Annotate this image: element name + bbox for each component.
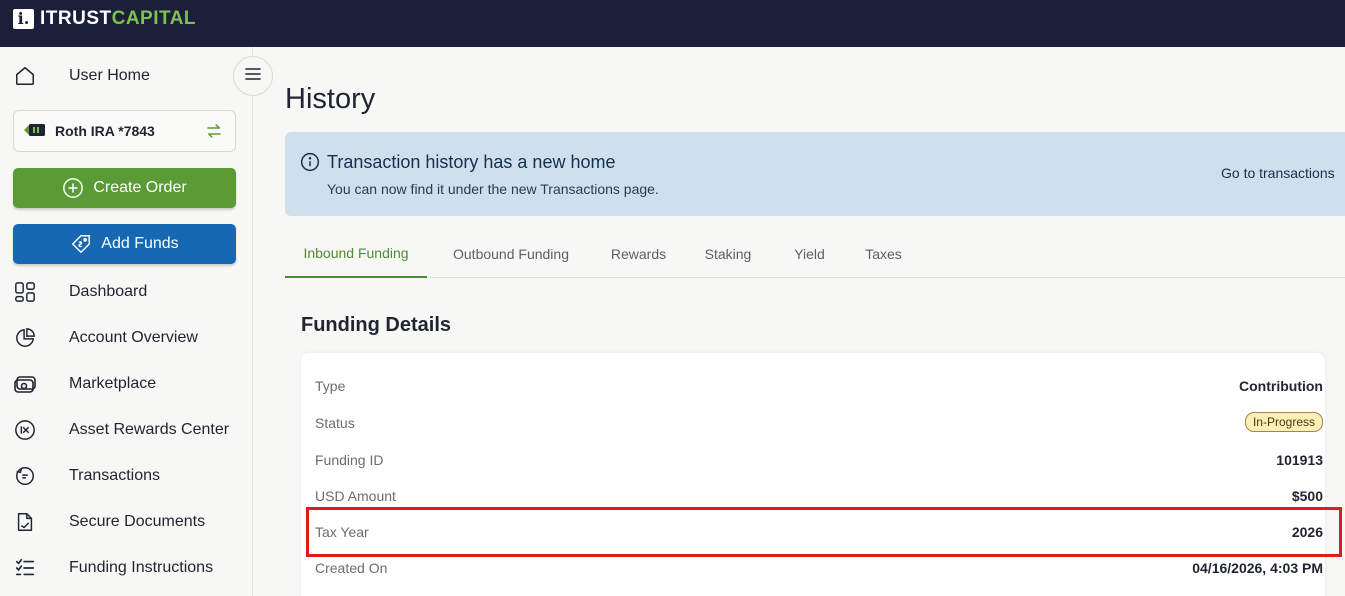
detail-value: $500 (1291, 488, 1323, 504)
pie-chart-icon (13, 326, 37, 350)
main-content: History Transaction history has a new ho… (253, 47, 1345, 596)
detail-value: 04/16/2026, 4:03 PM (1192, 560, 1323, 576)
logo-mark: i. (13, 9, 34, 29)
grid-icon (13, 280, 37, 304)
banner-subtitle: You can now find it under the new Transa… (327, 181, 659, 197)
top-bar: i. ITRUSTCAPITAL (0, 0, 1345, 47)
create-order-label: Create Order (93, 179, 187, 196)
detail-value: 2026 (1291, 524, 1323, 540)
logo-text-part1: ITRUST (40, 8, 112, 29)
funding-details-card: Type Contribution Status In-Progress Fun… (301, 353, 1325, 596)
cash-icon (13, 372, 37, 396)
sidebar-item-label: Asset Rewards Center (69, 421, 230, 438)
sidebar-item-user-home[interactable]: User Home (0, 56, 252, 96)
detail-label: Type (315, 378, 346, 394)
tab-yield[interactable]: Yield (782, 230, 837, 278)
funding-details-heading: Funding Details (301, 314, 451, 336)
plus-circle-icon (62, 177, 84, 199)
detail-label: Status (315, 415, 355, 431)
sidebar-item-dashboard[interactable]: Dashboard (0, 272, 252, 312)
detail-label: Tax Year (315, 524, 369, 540)
tag-dollar-icon (70, 233, 92, 255)
sidebar-item-secure-documents[interactable]: Secure Documents (0, 502, 252, 542)
detail-row-tax-year: Tax Year 2026 (315, 524, 1323, 544)
sidebar-item-label: Marketplace (69, 375, 157, 392)
detail-row-status: Status In-Progress (315, 412, 1323, 435)
go-to-transactions-link[interactable]: Go to transactions (1221, 165, 1335, 181)
banner-title: Transaction history has a new home (327, 152, 616, 172)
account-name: Roth IRA *7843 (55, 123, 155, 139)
sidebar-item-label: Dashboard (69, 283, 148, 300)
sidebar-item-asset-rewards-center[interactable]: Asset Rewards Center (0, 410, 252, 450)
create-order-button[interactable]: Create Order (13, 168, 236, 208)
page-title: History (285, 83, 376, 115)
sidebar-item-funding-instructions[interactable]: Funding Instructions (0, 548, 252, 588)
tab-inbound-funding[interactable]: Inbound Funding (285, 230, 427, 278)
tab-staking[interactable]: Staking (695, 230, 761, 278)
sidebar-item-label: Funding Instructions (69, 559, 214, 576)
tab-rewards[interactable]: Rewards (603, 230, 674, 278)
sidebar-item-marketplace[interactable]: Marketplace (0, 364, 252, 404)
detail-label: Created On (315, 560, 388, 576)
info-icon (300, 152, 320, 177)
detail-row-funding-id: Funding ID 101913 (315, 452, 1323, 472)
detail-label: Funding ID (315, 452, 384, 468)
logo-text-part2: CAPITAL (111, 8, 197, 29)
detail-value: Contribution (1239, 378, 1323, 394)
account-selector[interactable]: Roth IRA *7843 (13, 110, 236, 152)
sidebar-item-label: Transactions (69, 467, 160, 484)
itrust-capital-logo[interactable]: i. ITRUSTCAPITAL (13, 8, 196, 30)
detail-row-created-on: Created On 04/16/2026, 4:03 PM (315, 560, 1323, 580)
status-badge: In-Progress (1244, 412, 1323, 432)
detail-label: USD Amount (315, 488, 396, 504)
detail-value: 101913 (1276, 452, 1323, 468)
home-icon (13, 64, 37, 88)
rewards-icon (13, 418, 37, 442)
add-funds-button[interactable]: Add Funds (13, 224, 236, 264)
detail-row-usd-amount: USD Amount $500 (315, 488, 1323, 508)
sidebar-toggle-button[interactable] (233, 56, 273, 96)
checklist-icon (13, 556, 37, 580)
sidebar-item-account-overview[interactable]: Account Overview (0, 318, 252, 358)
sidebar-item-label: User Home (69, 67, 150, 84)
add-funds-label: Add Funds (101, 235, 179, 252)
swap-arrows-icon[interactable] (205, 122, 223, 145)
sidebar: User Home Roth IRA *7843 Create Order Ad… (0, 47, 253, 596)
sidebar-item-transactions[interactable]: Transactions (0, 456, 252, 496)
sidebar-item-label: Account Overview (69, 329, 198, 346)
wallet-icon (24, 123, 46, 142)
document-icon (13, 510, 37, 534)
sidebar-item-label: Secure Documents (69, 513, 206, 530)
info-banner: Transaction history has a new home You c… (285, 132, 1345, 216)
logo-text: ITRUSTCAPITAL (40, 8, 196, 30)
tab-taxes[interactable]: Taxes (855, 230, 912, 278)
hamburger-menu-icon (245, 67, 261, 86)
history-tabs: Inbound Funding Outbound Funding Rewards… (285, 230, 1345, 278)
tab-outbound-funding[interactable]: Outbound Funding (441, 230, 581, 278)
detail-row-type: Type Contribution (315, 378, 1323, 398)
transactions-icon (13, 464, 37, 488)
